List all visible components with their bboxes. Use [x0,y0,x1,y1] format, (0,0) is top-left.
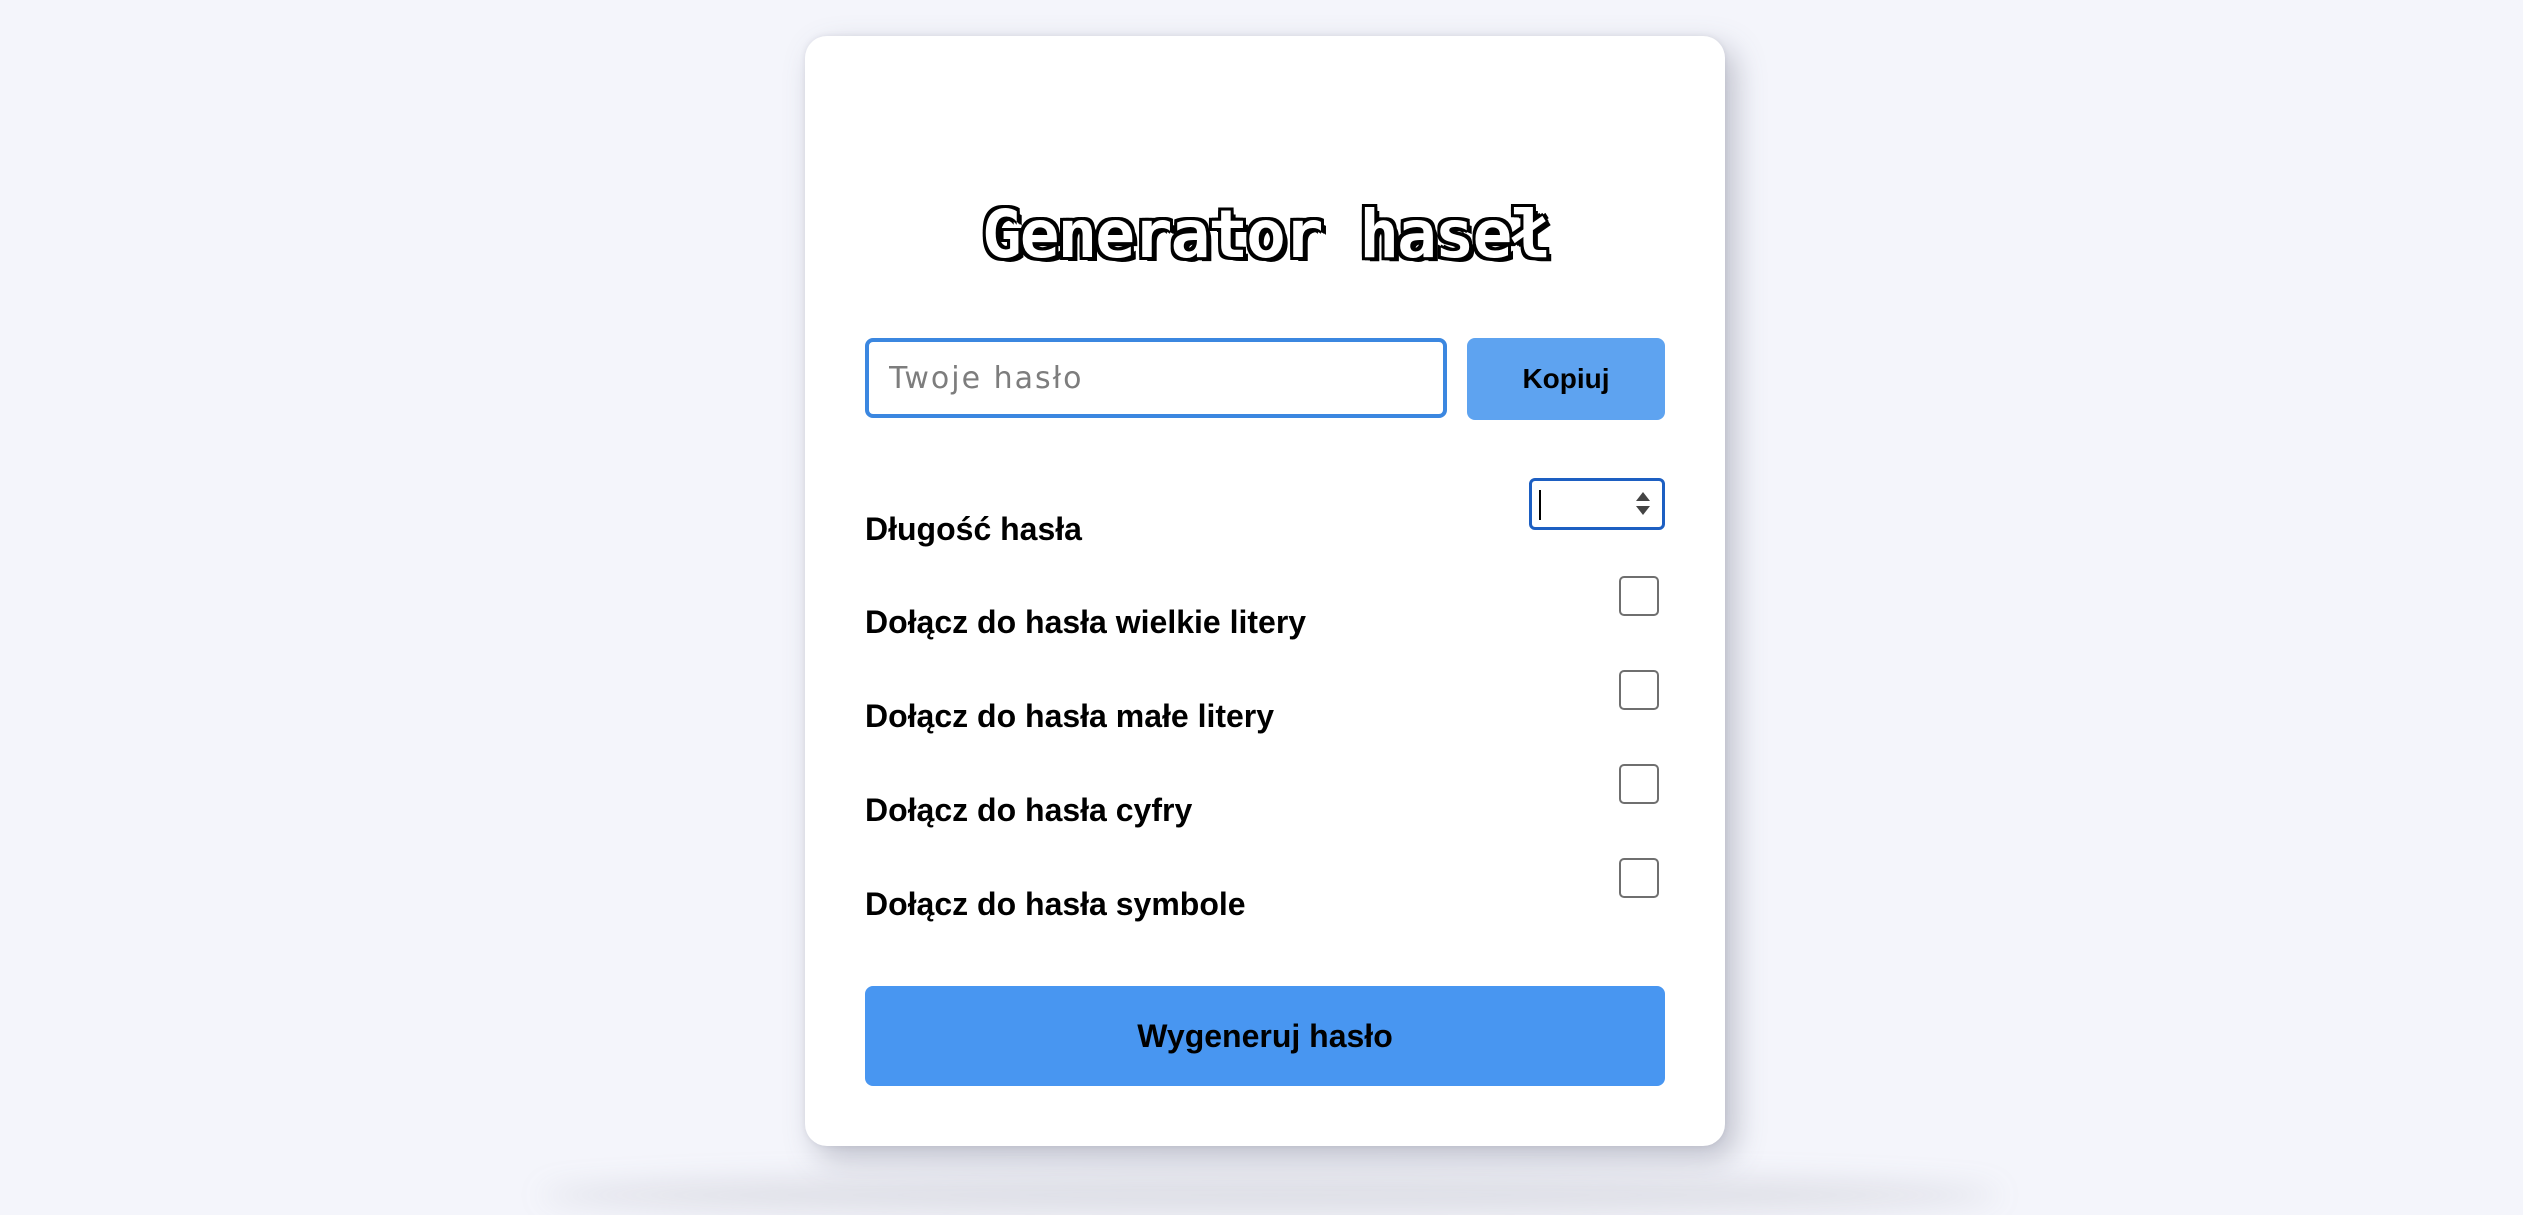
numbers-label: Dołącz do hasła cyfry [865,792,1193,828]
symbols-label: Dołącz do hasła symbole [865,886,1246,922]
password-length-input[interactable] [1529,478,1665,530]
copy-button[interactable]: Kopiuj [1467,338,1665,420]
lowercase-checkbox[interactable] [1619,670,1659,710]
uppercase-checkbox[interactable] [1619,576,1659,616]
password-length-label: Długość hasła [865,511,1082,547]
symbols-checkbox[interactable] [1619,858,1659,898]
number-spinner[interactable] [1634,489,1652,519]
numbers-checkbox[interactable] [1619,764,1659,804]
password-length-field[interactable] [1538,487,1628,521]
spin-down-icon[interactable] [1636,506,1650,515]
text-caret [1539,490,1541,520]
bottom-shadow [540,1175,2000,1215]
generator-card: Generator haseł Kopiuj Długość hasła Doł… [805,36,1725,1146]
uppercase-label: Dołącz do hasła wielkie litery [865,604,1307,640]
page-title: Generator haseł [981,196,1550,273]
generate-password-button[interactable]: Wygeneruj hasło [865,986,1665,1086]
lowercase-label: Dołącz do hasła małe litery [865,698,1275,734]
spin-up-icon[interactable] [1636,492,1650,501]
password-output-input[interactable] [865,338,1447,418]
